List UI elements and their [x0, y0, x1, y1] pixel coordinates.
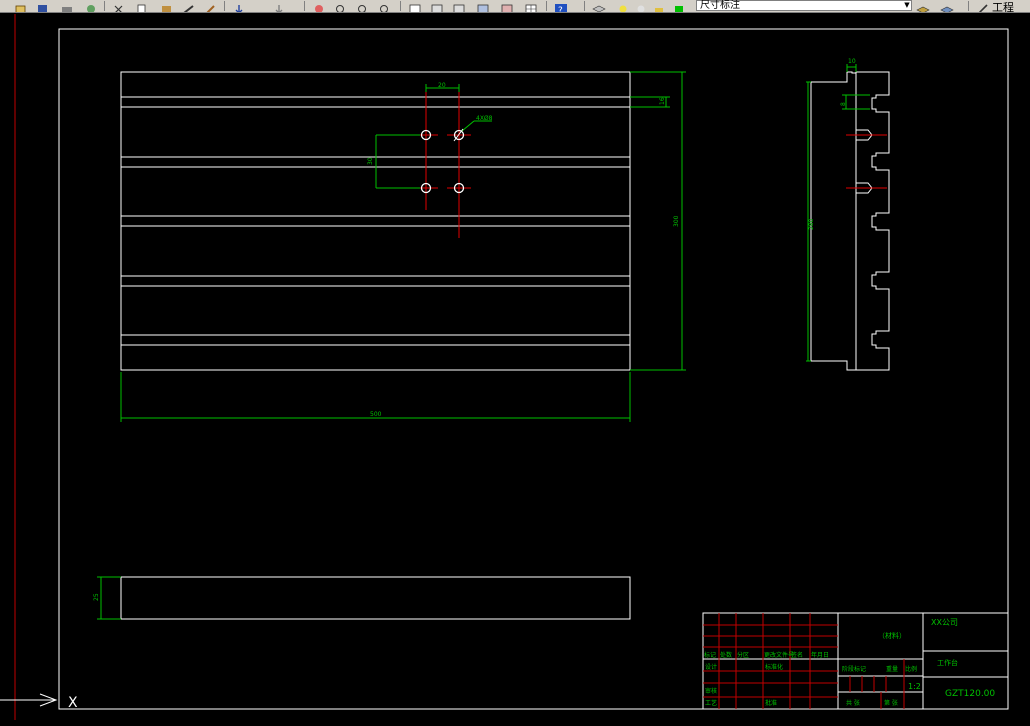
dim-text: 25	[93, 593, 100, 601]
toolbar-separator	[968, 1, 969, 11]
dim-text: 500	[370, 411, 382, 418]
title-block-label: 更改文件号	[764, 651, 794, 659]
layer-manager-icon[interactable]	[592, 0, 606, 12]
title-block-label: 签名	[791, 651, 803, 659]
toolbar-separator	[304, 1, 305, 11]
title-block-label: 批准	[765, 699, 777, 707]
chevron-down-icon[interactable]: ▼	[902, 0, 912, 11]
help-icon[interactable]: ?	[554, 0, 568, 12]
layer-lock-icon[interactable]	[652, 0, 666, 12]
title-block-label: 设计	[705, 663, 717, 671]
title-block: 标记 处数 分区 更改文件号 签名 年月日 设计 标准化 审核 工艺 批准 阶段…	[702, 612, 1009, 710]
toolbar-separator	[546, 1, 547, 11]
toolbar-separator	[104, 1, 105, 11]
dim-text: 30	[367, 157, 374, 165]
toolbar-separator	[584, 1, 585, 11]
dim-text: 300	[673, 215, 680, 227]
material-label: （材料）	[878, 631, 906, 640]
pencil-icon[interactable]	[976, 0, 990, 12]
zoom-realtime-icon[interactable]	[334, 0, 348, 12]
toolbar-separator	[400, 1, 401, 11]
dim-text: 280	[808, 218, 815, 230]
redo-icon[interactable]	[272, 0, 286, 12]
make-current-layer-icon[interactable]	[916, 0, 930, 12]
dim-text: 16	[659, 97, 666, 105]
print-icon[interactable]	[60, 0, 74, 12]
scale-value: 1:2	[908, 682, 921, 691]
properties-icon[interactable]	[408, 0, 422, 12]
paste-icon[interactable]	[160, 0, 174, 12]
dim-text: 20	[438, 82, 446, 89]
dim-text: 8	[840, 102, 847, 106]
title-block-label: 审核	[705, 687, 717, 695]
zoom-window-icon[interactable]	[356, 0, 370, 12]
match-properties-icon[interactable]	[182, 0, 196, 12]
layer-freeze-icon[interactable]	[634, 0, 648, 12]
title-block-label: 标记	[704, 651, 716, 659]
title-block-label: 年月日	[811, 651, 829, 659]
title-block-label: 第 张	[884, 699, 898, 707]
tool-palette-icon[interactable]	[452, 0, 466, 12]
toolbar-separator	[224, 1, 225, 11]
title-block-label: 分区	[737, 651, 749, 659]
bottom-view-dimensions	[97, 576, 121, 620]
drawing-canvas[interactable]: 20 4XØ8 30 300 16 500 10 280 8 25 X 标记 处…	[0, 12, 1030, 720]
undo-icon[interactable]	[232, 0, 246, 12]
open-icon[interactable]	[14, 0, 28, 12]
title-block-label: 共 张	[846, 699, 860, 707]
part-name: 工作台	[937, 658, 958, 667]
hole-centerlines	[414, 86, 471, 238]
side-view-dimensions	[806, 64, 870, 362]
title-block-label: 标准化	[765, 663, 783, 671]
markup-icon[interactable]	[500, 0, 514, 12]
side-view	[810, 71, 890, 371]
ucs-icon	[0, 693, 58, 707]
sheet-set-icon[interactable]	[476, 0, 490, 12]
title-block-label: 比例	[905, 665, 917, 673]
save-icon[interactable]	[36, 0, 50, 12]
cut-icon[interactable]	[112, 0, 126, 12]
title-block-label: 阶段标记	[842, 665, 866, 673]
title-block-label: 工艺	[705, 699, 717, 707]
drawing-border	[58, 28, 1009, 710]
drawing-number: GZT120.00	[945, 689, 995, 699]
zoom-previous-icon[interactable]	[378, 0, 392, 12]
copy-icon[interactable]	[136, 0, 150, 12]
layer-on-icon[interactable]	[616, 0, 630, 12]
mounting-holes	[420, 129, 465, 194]
layer-color-icon[interactable]	[672, 0, 686, 12]
preview-icon[interactable]	[84, 0, 98, 12]
layer-dropdown[interactable]: 尺寸标注	[696, 0, 912, 11]
ucs-x-label: X	[68, 695, 78, 711]
command-line-edge	[0, 720, 1030, 726]
side-view-centerlines	[846, 134, 887, 189]
title-block-label: 处数	[720, 651, 732, 659]
layer-previous-icon[interactable]	[940, 0, 954, 12]
dim-text: 10	[848, 58, 856, 65]
brush-icon[interactable]	[204, 0, 218, 12]
calculator-icon[interactable]	[524, 0, 538, 12]
title-block-label: 重量	[886, 665, 898, 673]
bottom-plate-view	[120, 576, 631, 620]
design-center-icon[interactable]	[430, 0, 444, 12]
main-plate-view	[120, 71, 631, 371]
pan-icon[interactable]	[312, 0, 326, 12]
company-name: XX公司	[931, 618, 958, 627]
dim-text: 4XØ8	[476, 115, 493, 122]
